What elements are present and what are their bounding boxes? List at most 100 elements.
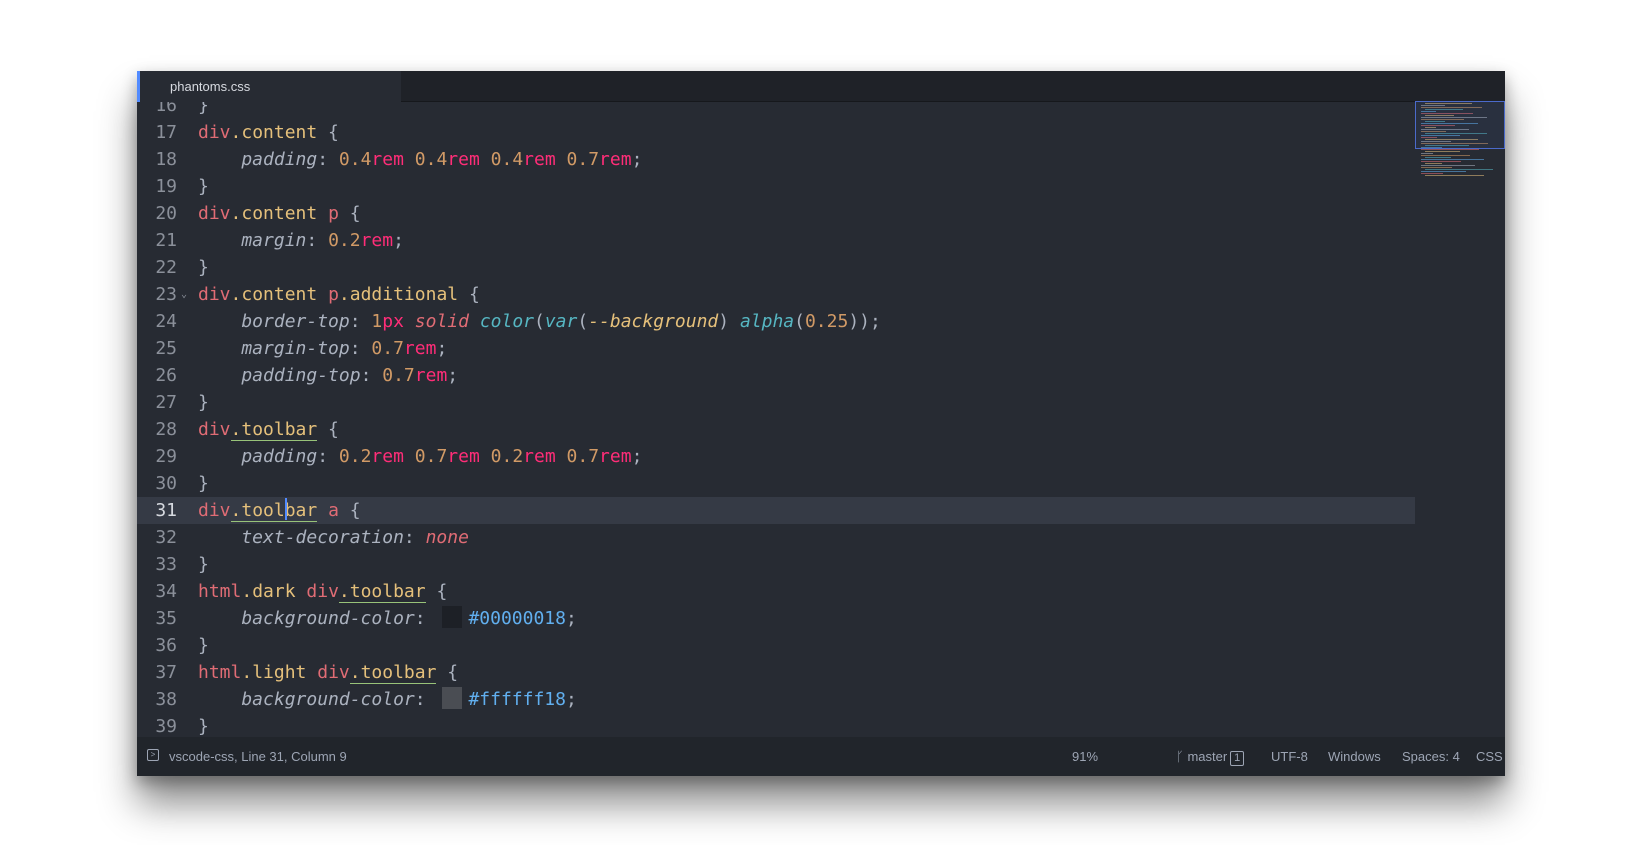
- code-line[interactable]: 32 text-decoration: none: [137, 524, 1415, 551]
- minimap-line: [1421, 167, 1452, 168]
- code-token: (: [794, 311, 805, 332]
- code-token: }: [198, 176, 209, 197]
- code-token: a: [328, 500, 339, 521]
- code-line[interactable]: 18 padding: 0.4rem 0.4rem 0.4rem 0.7rem;: [137, 146, 1415, 173]
- file-position[interactable]: vscode-css, Line 31, Column 9: [169, 749, 347, 764]
- code-token: .tool: [230, 500, 285, 522]
- terminal-icon[interactable]: >: [147, 749, 159, 761]
- code-line[interactable]: 17 div.content {: [137, 119, 1415, 146]
- code-token: .content: [230, 122, 318, 143]
- code-token: }: [198, 392, 209, 413]
- code-token: :: [360, 365, 383, 386]
- code-token: 0.2: [490, 446, 524, 467]
- code-line[interactable]: 31 div.toolbar a {: [137, 497, 1415, 524]
- line-number[interactable]: 37: [137, 659, 177, 686]
- line-number[interactable]: 28: [137, 416, 177, 443]
- code-token: rem: [371, 446, 404, 467]
- code-line[interactable]: 28 div.toolbar {: [137, 416, 1415, 443]
- code-line[interactable]: 38 background-color: #ffffff18;: [137, 686, 1415, 713]
- line-number[interactable]: 30: [137, 470, 177, 497]
- code-editor[interactable]: 16} 17 div.content {18 padding: 0.4rem 0.4…: [137, 102, 1505, 776]
- code-line[interactable]: 29 padding: 0.2rem 0.7rem 0.2rem 0.7rem;: [137, 443, 1415, 470]
- code-text: html.dark div.toolbar {: [198, 578, 447, 605]
- line-number[interactable]: 17: [137, 119, 177, 146]
- line-number[interactable]: 31: [137, 497, 177, 524]
- minimap-line: [1425, 169, 1493, 170]
- code-token: 1: [371, 311, 383, 332]
- line-number[interactable]: 24: [137, 308, 177, 335]
- code-line[interactable]: 26 padding-top: 0.7rem;: [137, 362, 1415, 389]
- code-line[interactable]: 30}: [137, 470, 1415, 497]
- line-number[interactable]: 21: [137, 227, 177, 254]
- minimap-line: [1425, 151, 1460, 152]
- language-mode[interactable]: CSS: [1476, 749, 1503, 764]
- code-token: {: [436, 662, 459, 683]
- minimap-line: [1421, 149, 1479, 150]
- line-number[interactable]: 35: [137, 605, 177, 632]
- tab-phantoms-css[interactable]: phantoms.css: [137, 71, 401, 102]
- code-line[interactable]: 33}: [137, 551, 1415, 578]
- code-token: :: [306, 230, 329, 251]
- line-number[interactable]: 18: [137, 146, 177, 173]
- code-line[interactable]: 34 html.dark div.toolbar {: [137, 578, 1415, 605]
- code-token: rem: [447, 446, 480, 467]
- code-line[interactable]: 20 div.content p {: [137, 200, 1415, 227]
- minimap-viewport[interactable]: [1415, 101, 1505, 149]
- code-token: .light: [241, 662, 307, 683]
- line-number[interactable]: 33: [137, 551, 177, 578]
- code-line[interactable]: 27}: [137, 389, 1415, 416]
- code-token: {: [458, 284, 480, 305]
- code-token: padding: [198, 446, 318, 467]
- code-token: 0.4: [414, 149, 448, 170]
- code-line[interactable]: 36}: [137, 632, 1415, 659]
- fold-chevron-icon[interactable]: ⌄: [181, 281, 187, 308]
- text-cursor: [284, 498, 287, 520]
- code-token: :: [317, 446, 339, 467]
- code-line[interactable]: 39}: [137, 713, 1415, 740]
- indentation[interactable]: Spaces: 4: [1402, 749, 1460, 764]
- code-text: background-color: #ffffff18;: [198, 686, 577, 713]
- line-number[interactable]: 38: [137, 686, 177, 713]
- color-swatch[interactable]: [442, 606, 463, 628]
- minimap-line: [1421, 153, 1433, 154]
- code-line[interactable]: 25 margin-top: 0.7rem;: [137, 335, 1415, 362]
- code-text: }: [198, 632, 209, 659]
- code-line[interactable]: 21 margin: 0.2rem;: [137, 227, 1415, 254]
- encoding[interactable]: UTF-8: [1271, 749, 1308, 764]
- code-token: ;: [447, 365, 459, 386]
- line-number[interactable]: 36: [137, 632, 177, 659]
- code-token: {: [338, 203, 361, 224]
- line-number[interactable]: 22: [137, 254, 177, 281]
- line-number[interactable]: 34: [137, 578, 177, 605]
- line-number[interactable]: 29: [137, 443, 177, 470]
- code-line[interactable]: 22}: [137, 254, 1415, 281]
- line-number[interactable]: 16: [137, 102, 177, 119]
- code-line[interactable]: 16}: [137, 102, 1415, 119]
- code-line[interactable]: 23 ⌄ div.content p.additional {: [137, 281, 1415, 308]
- line-number[interactable]: 32: [137, 524, 177, 551]
- code-line[interactable]: 37 html.light div.toolbar {: [137, 659, 1415, 686]
- line-number[interactable]: 20: [137, 200, 177, 227]
- minimap-line: [1425, 163, 1442, 164]
- code-token: p: [328, 284, 339, 305]
- line-number[interactable]: 19: [137, 173, 177, 200]
- line-number[interactable]: 25: [137, 335, 177, 362]
- line-number[interactable]: 26: [137, 362, 177, 389]
- line-number[interactable]: 39: [137, 713, 177, 740]
- code-token: :: [349, 311, 372, 332]
- code-line[interactable]: 35 background-color: #00000018;: [137, 605, 1415, 632]
- git-branch[interactable]: ᚴ master 1: [1176, 749, 1245, 766]
- code-token: {: [338, 500, 361, 521]
- line-ending[interactable]: Windows: [1328, 749, 1381, 764]
- line-number[interactable]: 23: [137, 281, 177, 308]
- code-line[interactable]: 19}: [137, 173, 1415, 200]
- color-swatch[interactable]: [442, 687, 463, 709]
- zoom-level[interactable]: 91%: [1072, 749, 1098, 764]
- code-line[interactable]: 24 border-top: 1px solid color(var(--bac…: [137, 308, 1415, 335]
- line-number[interactable]: 27: [137, 389, 177, 416]
